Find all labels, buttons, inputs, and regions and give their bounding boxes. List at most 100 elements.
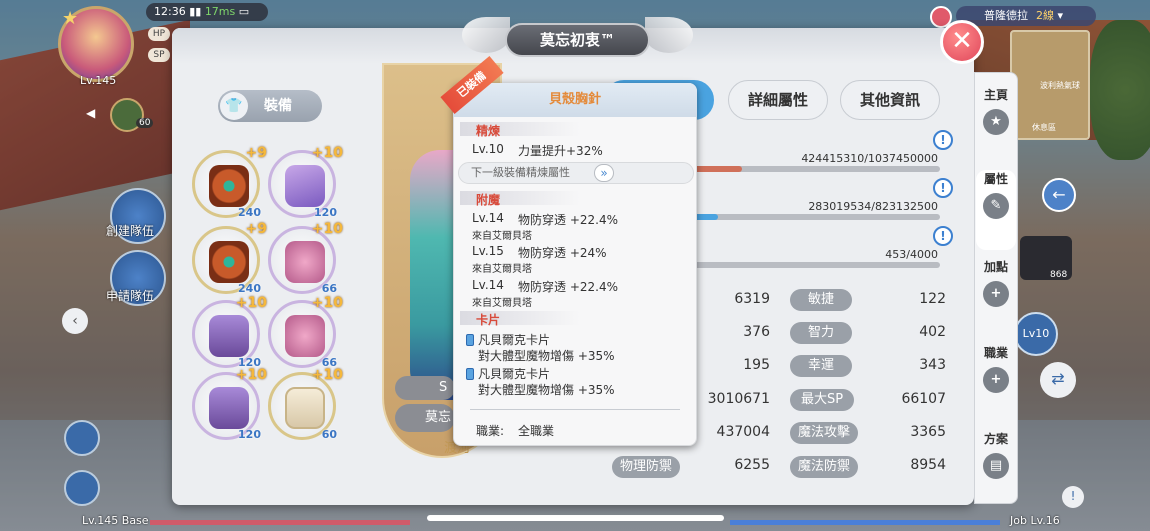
sit-icon[interactable] xyxy=(64,420,100,456)
tab-detailed-attributes[interactable]: 詳細屬性 xyxy=(728,80,828,120)
hp-info-icon[interactable]: ! xyxy=(933,130,953,150)
refine-level: +10 xyxy=(311,367,343,383)
stat-value-left-1: 6319 xyxy=(734,291,770,307)
equip-tab[interactable]: 👕 裝備 xyxy=(218,90,322,122)
robe-icon xyxy=(209,315,249,357)
arrow-left-icon[interactable]: ◀ xyxy=(86,106,95,120)
weight-value: 453/4000 xyxy=(885,248,938,261)
enchant-effect: 物防穿透 +24% xyxy=(518,246,607,260)
tab-other-info[interactable]: 其他資訊 xyxy=(840,80,940,120)
equip-slot-3[interactable]: +9 240 xyxy=(192,221,267,295)
job-exp-bar xyxy=(730,520,1000,525)
side-item-label: 方案 xyxy=(983,432,1008,446)
skill-count: 868 xyxy=(1050,270,1068,280)
sp-info-icon[interactable]: ! xyxy=(933,178,953,198)
star-icon: ★ xyxy=(983,109,1009,135)
info-icon[interactable]: ! xyxy=(1062,486,1084,508)
equip-slot-1[interactable]: +9 240 xyxy=(192,145,267,219)
shirt-icon: 👕 xyxy=(220,92,248,120)
equip-slot-6[interactable]: +10 66 xyxy=(268,295,343,369)
battery-icon: ▭ xyxy=(238,5,250,18)
character-tag: S xyxy=(395,376,455,400)
next-refine-row[interactable]: 下一級裝備精煉屬性 xyxy=(458,162,694,184)
scroll-icon xyxy=(285,387,325,429)
server-line: 2線 xyxy=(1036,9,1054,22)
cloak-icon xyxy=(209,387,249,429)
refine-level: Lv.10 xyxy=(472,142,504,156)
collapse-left-icon[interactable]: ‹ xyxy=(62,308,88,334)
base-level-label: Lv.145 Base xyxy=(82,514,149,527)
stat-value-magic-attack: 3365 xyxy=(910,424,946,440)
character-name: 莫忘 xyxy=(395,404,455,432)
ping-value: 17ms xyxy=(204,5,236,18)
stat-value-left-5: 437004 xyxy=(716,424,770,440)
stat-value-luck: 343 xyxy=(919,357,946,373)
side-item-add-points[interactable]: 加點 + xyxy=(976,258,1016,338)
minimap[interactable]: 波利熱氣球 休息區 xyxy=(1010,30,1090,140)
card-icon xyxy=(466,368,474,380)
stat-label-agility: 敏捷 xyxy=(790,289,852,311)
equip-slot-8[interactable]: +10 60 xyxy=(268,367,343,441)
helmet-icon xyxy=(209,241,249,283)
stat-value-intelligence: 402 xyxy=(919,324,946,340)
equip-slot-4[interactable]: +10 66 xyxy=(268,221,343,295)
swap-icon[interactable]: ⇄ xyxy=(1040,362,1076,398)
job-level-label: Job Lv.16 xyxy=(1010,514,1060,527)
equip-slot-7[interactable]: +10 120 xyxy=(192,367,267,441)
home-indicator[interactable] xyxy=(427,515,724,521)
stat-label-magic-defense: 魔法防禦 xyxy=(790,456,858,478)
slot-number: 120 xyxy=(238,428,261,441)
emote-icon[interactable] xyxy=(64,470,100,506)
enchant-section-title: 附魔 xyxy=(476,193,501,207)
refine-level: +9 xyxy=(245,221,267,237)
job-label: 職業: xyxy=(476,424,505,438)
enchant-source: 來自艾爾貝塔 xyxy=(472,231,532,242)
stat-label-luck: 幸運 xyxy=(790,355,852,377)
back-arrow-icon[interactable]: ← xyxy=(1042,178,1076,212)
card-name: 凡貝爾克卡片 xyxy=(478,333,551,347)
shell-brooch-icon xyxy=(285,241,325,283)
plus-icon: + xyxy=(983,367,1009,393)
card-effect: 對大體型魔物增傷 +35% xyxy=(478,349,615,363)
apply-team-label: 申請隊伍 xyxy=(106,289,155,303)
player-level: Lv.145 xyxy=(80,74,117,87)
stat-value-left-2: 376 xyxy=(743,324,770,340)
refine-level: +10 xyxy=(311,221,343,237)
slot-number: 120 xyxy=(314,206,337,219)
stat-value-left-4: 3010671 xyxy=(707,391,770,407)
enchant-source: 來自艾爾貝塔 xyxy=(472,264,532,275)
pet-level: 60 xyxy=(136,118,154,128)
left-wing-ornament xyxy=(462,17,510,53)
enchant-level: Lv.14 xyxy=(472,278,504,292)
stat-label-intelligence: 智力 xyxy=(790,322,852,344)
refine-level: +10 xyxy=(235,367,267,383)
refine-level: +9 xyxy=(245,145,267,161)
close-button[interactable]: ✕ xyxy=(940,20,984,64)
side-item-job[interactable]: 職業 + xyxy=(976,344,1016,424)
server-name: 普隆德拉 xyxy=(984,9,1028,22)
right-wing-ornament xyxy=(645,17,693,53)
card-section-title: 卡片 xyxy=(476,313,501,327)
server-selector[interactable]: 普隆德拉 2線 ▾ xyxy=(956,6,1096,26)
hp-value: 424415310/1037450000 xyxy=(801,152,938,165)
equip-slot-2[interactable]: +10 120 xyxy=(268,145,343,219)
stat-value-left-3: 195 xyxy=(743,357,770,373)
side-item-label: 主頁 xyxy=(983,88,1008,102)
equip-slot-5[interactable]: +10 120 xyxy=(192,295,267,369)
slot-number: 240 xyxy=(238,206,261,219)
weight-info-icon[interactable]: ! xyxy=(933,226,953,246)
side-item-plan[interactable]: 方案 ▤ xyxy=(976,430,1016,510)
pet-level-bubble[interactable]: Lv10 xyxy=(1014,312,1058,356)
minimap-label-2: 休息區 xyxy=(1032,123,1056,132)
next-refine-label: 下一級裝備精煉屬性 xyxy=(471,166,570,179)
boots-icon xyxy=(285,165,325,207)
stat-value-physical-defense: 6255 xyxy=(734,457,770,473)
shell-brooch-icon xyxy=(285,315,325,357)
side-item-label: 加點 xyxy=(983,260,1008,274)
side-item-attributes[interactable]: 屬性 ✎ xyxy=(976,170,1016,250)
minimap-label-1: 波利熱氣球 xyxy=(1040,81,1080,90)
expand-arrow-icon[interactable]: » xyxy=(594,164,614,182)
item-name: 貝殼胸針 xyxy=(453,83,697,117)
side-item-home[interactable]: 主頁 ★ xyxy=(976,86,1016,166)
stat-value-max-sp: 66107 xyxy=(901,391,946,407)
